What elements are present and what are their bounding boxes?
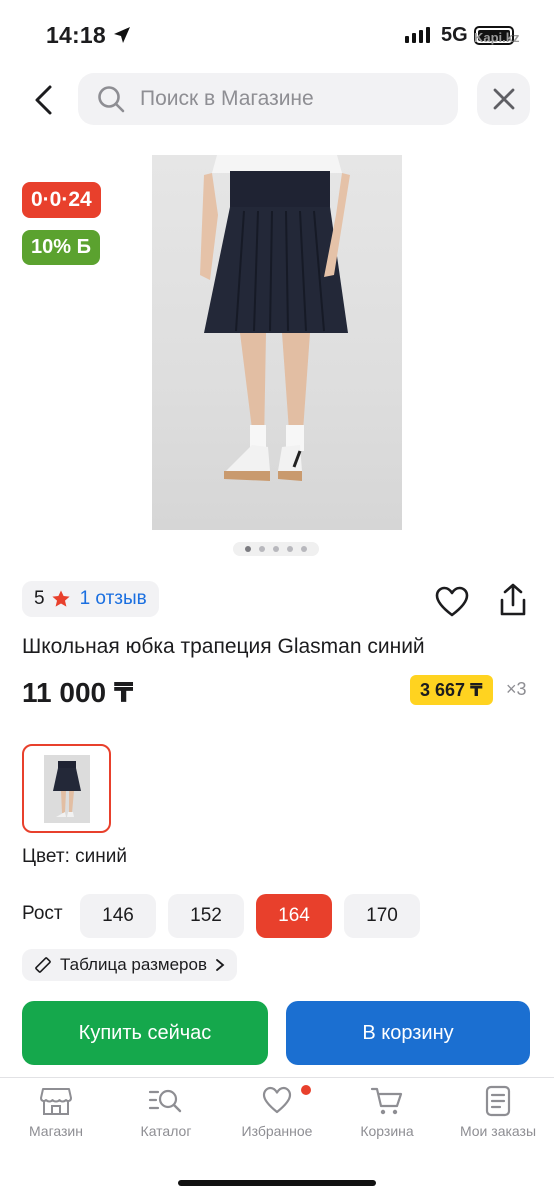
variant-image — [43, 754, 90, 823]
gallery-dot[interactable] — [301, 546, 307, 552]
chevron-right-icon — [216, 959, 225, 971]
rating-score: 5 — [34, 588, 45, 609]
tab-label: Каталог — [140, 1123, 192, 1139]
color-label: Цвет: синий — [22, 846, 127, 867]
back-button[interactable] — [22, 78, 64, 122]
gallery-pagination[interactable] — [233, 542, 319, 556]
product-price: 11 000 ₸ — [22, 677, 134, 708]
product-image[interactable] — [152, 155, 402, 530]
color-variant-thumbnail[interactable] — [22, 744, 111, 833]
skirt-photo-illustration — [200, 155, 350, 481]
search-icon — [98, 86, 125, 113]
heart-icon — [435, 586, 469, 617]
signal-icon — [405, 27, 430, 43]
heart-icon — [262, 1086, 292, 1114]
network-type: 5G — [441, 24, 468, 46]
tab-catalog[interactable]: Каталог — [116, 1085, 216, 1139]
tab-store[interactable]: Магазин — [6, 1085, 106, 1139]
product-title: Школьная юбка трапеция Glasman синий — [22, 635, 425, 658]
search-placeholder: Поиск в Магазине — [140, 87, 314, 110]
catalog-search-icon — [148, 1089, 182, 1113]
rating-pill[interactable]: 5 1 отзыв — [22, 581, 159, 617]
tab-label: Корзина — [360, 1123, 414, 1139]
favorite-button[interactable] — [434, 585, 470, 624]
tab-favorites[interactable]: Избранное — [227, 1085, 327, 1139]
size-option-164[interactable]: 164 — [256, 894, 332, 938]
store-icon — [40, 1088, 72, 1115]
reviews-link[interactable]: 1 отзыв — [80, 588, 147, 610]
chevron-left-icon — [35, 85, 52, 115]
size-table-label: Таблица размеров — [60, 955, 207, 974]
watermark: Kapi.kz — [474, 30, 520, 45]
star-icon — [51, 590, 70, 607]
size-table-link[interactable]: Таблица размеров — [22, 949, 237, 981]
ruler-icon — [35, 957, 51, 973]
home-indicator — [178, 1180, 376, 1186]
gallery-dot[interactable] — [287, 546, 293, 552]
tab-label: Мои заказы — [459, 1123, 537, 1139]
add-to-cart-button[interactable]: В корзину — [286, 1001, 530, 1065]
share-icon — [500, 583, 526, 616]
size-option-170[interactable]: 170 — [344, 894, 420, 938]
close-button[interactable] — [477, 73, 530, 125]
search-input[interactable]: Поиск в Магазине — [78, 73, 458, 125]
gallery-dot[interactable] — [259, 546, 265, 552]
size-option-146[interactable]: 146 — [80, 894, 156, 938]
size-label: Рост — [22, 903, 63, 924]
orders-icon — [485, 1085, 511, 1117]
bonus-badge: 10% Б — [22, 230, 100, 265]
cart-icon — [370, 1087, 403, 1115]
tab-orders[interactable]: Мои заказы — [448, 1085, 548, 1139]
close-icon — [493, 88, 514, 110]
size-option-152[interactable]: 152 — [168, 894, 244, 938]
installment-price-badge: 3 667 ₸ — [410, 675, 493, 705]
location-arrow-icon — [114, 27, 130, 43]
buy-now-button[interactable]: Купить сейчас — [22, 1001, 268, 1065]
timer-badge: 0·0·24 — [22, 182, 101, 218]
tab-label: Магазин — [28, 1123, 83, 1139]
installment-multiplier: ×3 — [506, 679, 527, 699]
gallery-dot[interactable] — [273, 546, 279, 552]
share-button[interactable] — [496, 582, 530, 623]
status-time: 14:18 — [46, 22, 106, 48]
tab-label: Избранное — [241, 1123, 313, 1139]
gallery-dot[interactable] — [245, 546, 251, 552]
notification-dot — [301, 1085, 311, 1095]
tab-cart[interactable]: Корзина — [337, 1085, 437, 1139]
